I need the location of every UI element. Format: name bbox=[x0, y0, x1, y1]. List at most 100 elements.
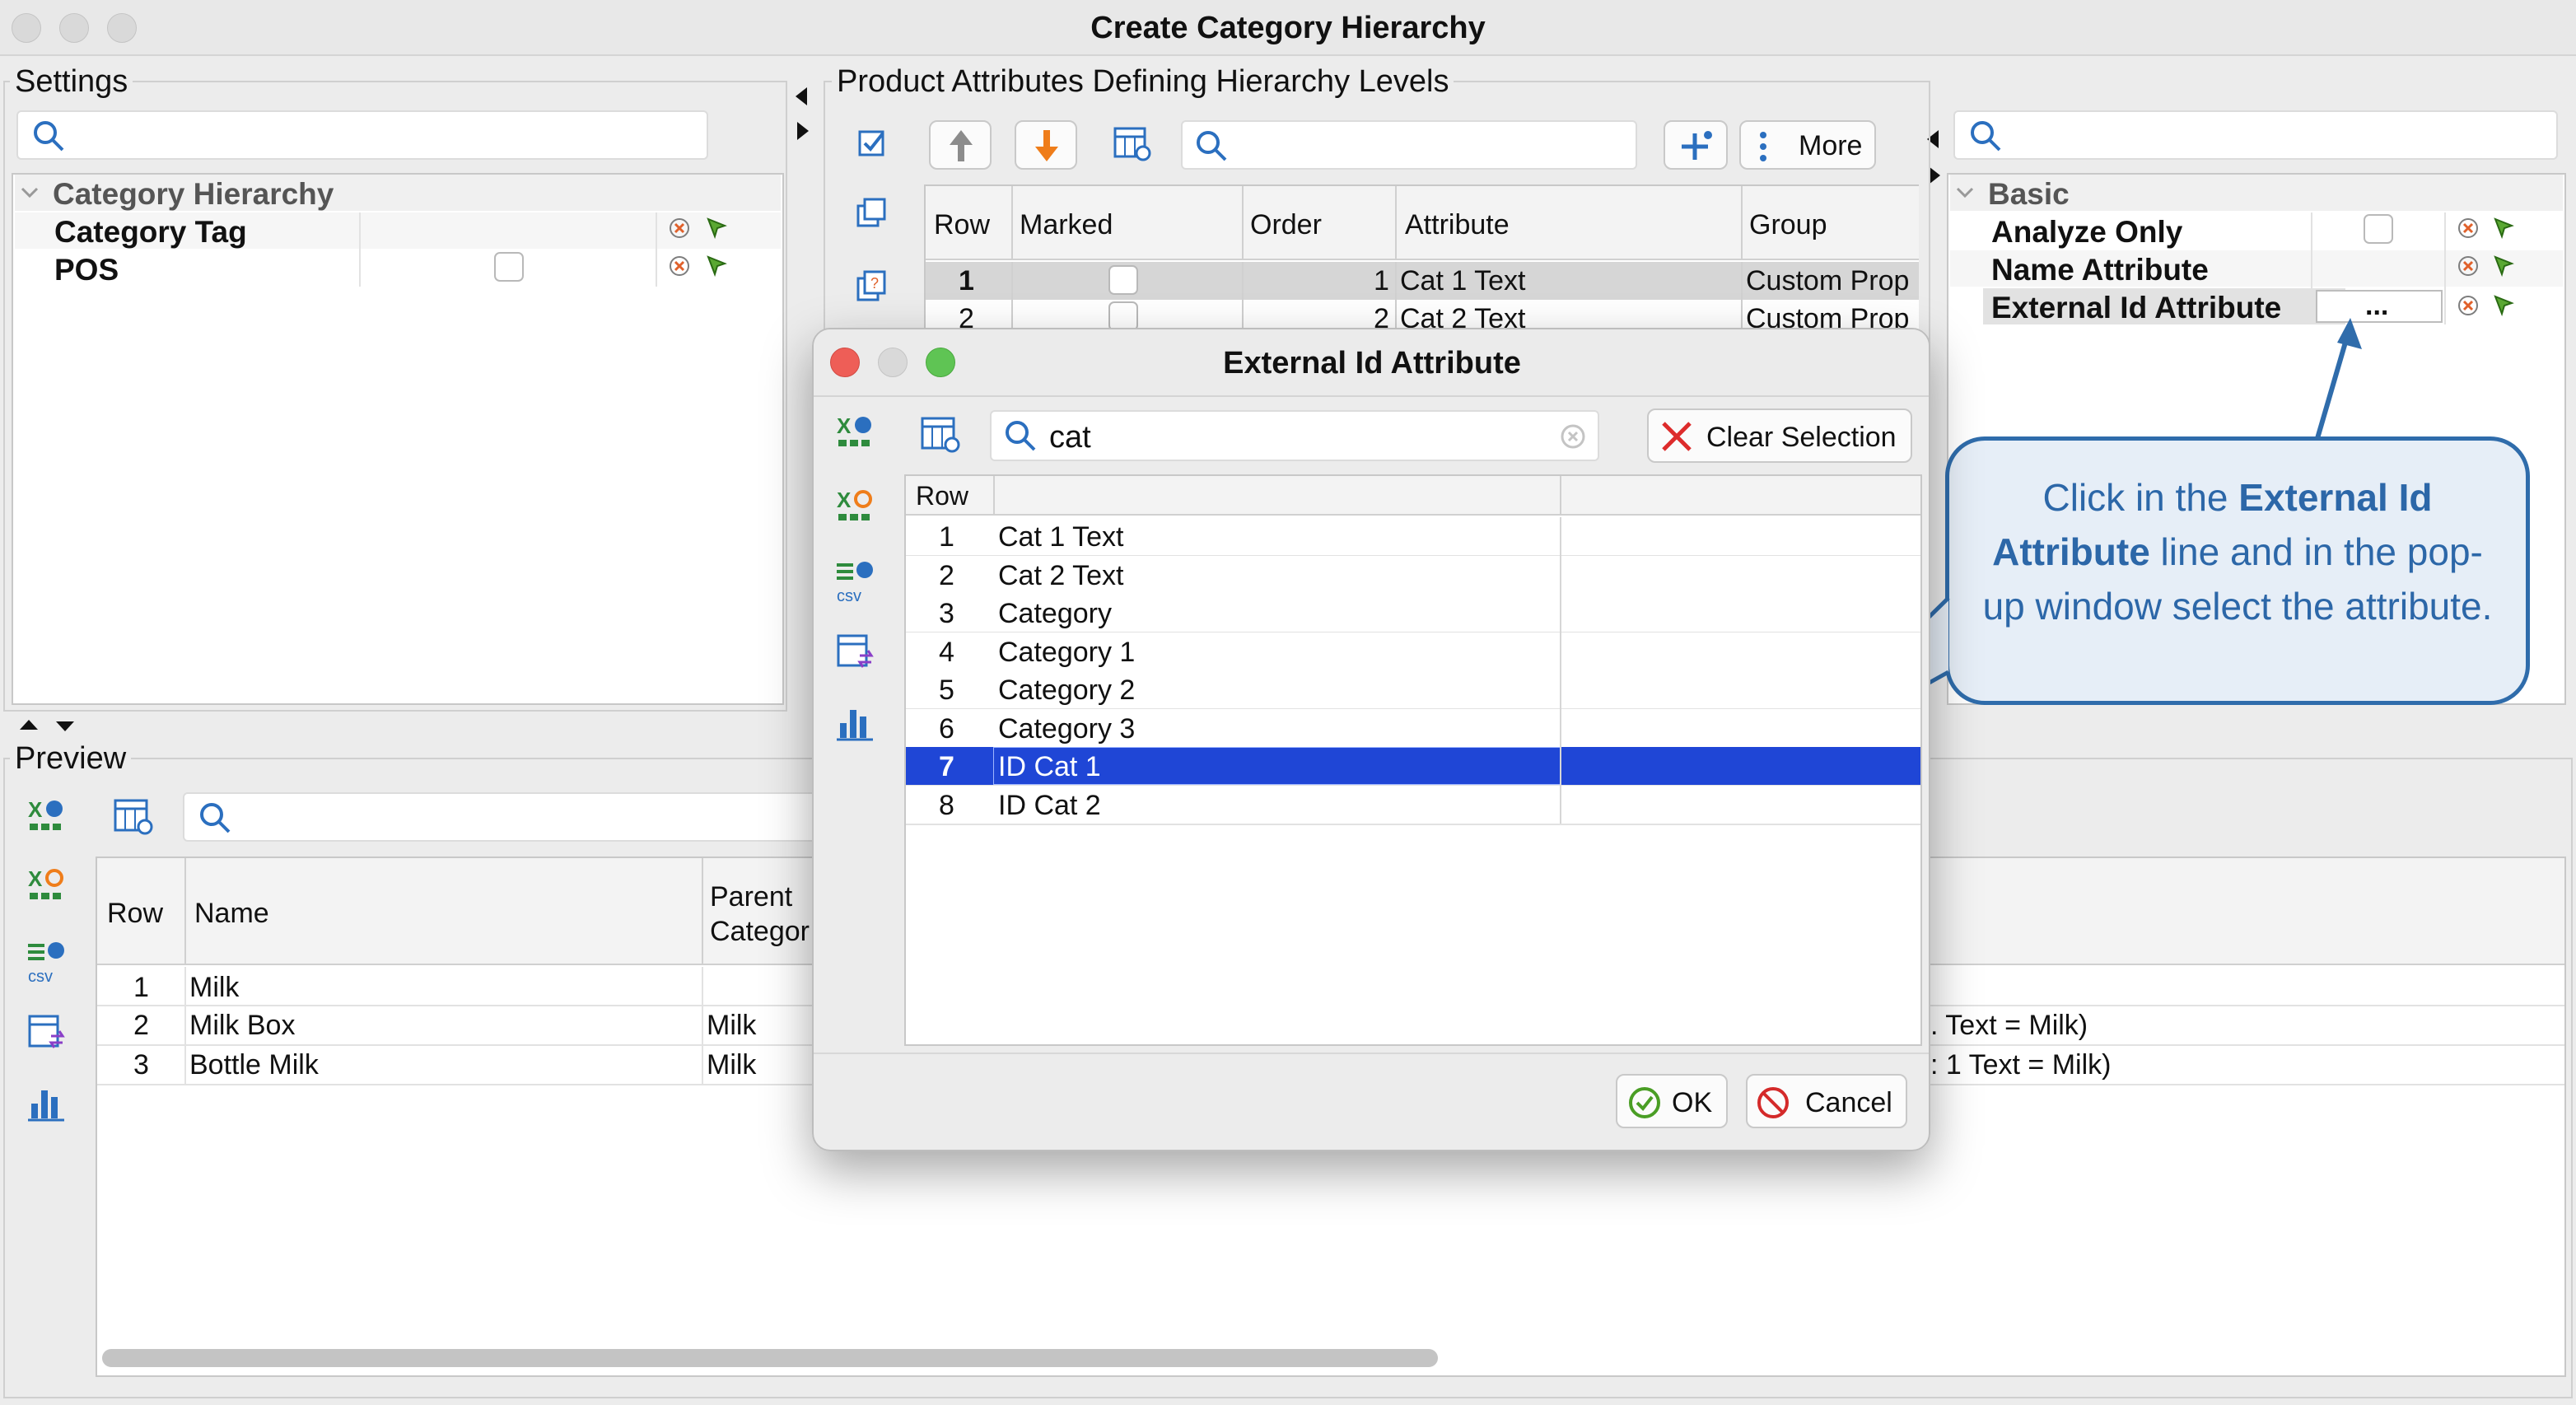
check-circle-icon bbox=[1629, 1087, 1660, 1118]
picker-row[interactable]: 8 ID Cat 2 bbox=[906, 785, 1920, 824]
svg-text:X: X bbox=[28, 866, 43, 891]
add-button[interactable] bbox=[1664, 120, 1728, 170]
marked-checkbox[interactable] bbox=[1108, 301, 1138, 331]
attributes-search-input[interactable] bbox=[1181, 120, 1637, 170]
picker-row[interactable]: 6 Category 3 bbox=[906, 708, 1920, 747]
move-up-button[interactable] bbox=[929, 120, 992, 170]
pointer-icon[interactable] bbox=[2492, 254, 2517, 278]
clear-search-icon[interactable] bbox=[1560, 423, 1586, 450]
table-settings-icon[interactable] bbox=[919, 415, 964, 456]
col-header-marked[interactable]: Marked bbox=[1013, 186, 1244, 260]
svg-text:X: X bbox=[837, 413, 852, 438]
excel-import-icon[interactable]: X bbox=[26, 797, 69, 838]
marked-checkbox[interactable] bbox=[1108, 265, 1138, 295]
table-row[interactable]: 2 2 Cat 2 Text Custom Prop bbox=[926, 301, 1919, 331]
ok-button[interactable]: OK bbox=[1616, 1074, 1728, 1128]
select-all-icon[interactable] bbox=[853, 124, 891, 161]
tree-item-pos[interactable]: POS bbox=[15, 250, 781, 287]
table-transfer-icon[interactable] bbox=[26, 1011, 69, 1053]
settings-search-input[interactable] bbox=[16, 110, 708, 160]
col-header-order[interactable]: Order bbox=[1244, 186, 1397, 260]
bar-chart-icon[interactable] bbox=[835, 702, 878, 743]
reset-icon[interactable] bbox=[2456, 216, 2480, 240]
horizontal-scrollbar[interactable] bbox=[102, 1349, 1438, 1367]
chevron-down-icon bbox=[1956, 187, 1974, 198]
properties-group-row[interactable]: Basic bbox=[1950, 175, 2563, 211]
col-header-extra[interactable] bbox=[1561, 476, 1920, 516]
picker-row[interactable]: 2 Cat 2 Text bbox=[906, 555, 1920, 594]
picker-row-name: ID Cat 2 bbox=[998, 789, 1101, 821]
picker-row-number: 5 bbox=[939, 674, 954, 706]
reset-icon[interactable] bbox=[2456, 254, 2480, 278]
copy-icon[interactable] bbox=[853, 194, 891, 232]
attributes-legend: Product Attributes Defining Hierarchy Le… bbox=[832, 66, 1454, 97]
pos-checkbox[interactable] bbox=[494, 252, 524, 282]
reset-icon[interactable] bbox=[2456, 293, 2480, 318]
picker-row-number: 4 bbox=[939, 636, 954, 668]
row-divider bbox=[906, 823, 1920, 825]
help-doc-icon[interactable]: ? bbox=[853, 267, 891, 305]
picker-row-number: 1 bbox=[939, 521, 954, 553]
picker-row[interactable]: 4 Category 1 bbox=[906, 632, 1920, 670]
analyze-only-checkbox[interactable] bbox=[2364, 214, 2393, 244]
picker-row[interactable]: 7 ID Cat 1 bbox=[906, 747, 1920, 785]
col-header-row[interactable]: Row bbox=[97, 858, 186, 965]
col-divider bbox=[1741, 262, 1743, 333]
bar-chart-icon[interactable] bbox=[26, 1082, 69, 1123]
excel-settings-icon[interactable]: X bbox=[26, 866, 69, 908]
reset-icon[interactable] bbox=[667, 216, 692, 240]
picker-row[interactable]: 1 Cat 1 Text bbox=[906, 517, 1920, 555]
collapse-up-icon[interactable] bbox=[18, 718, 40, 731]
table-settings-icon[interactable] bbox=[112, 797, 156, 838]
svg-text:X: X bbox=[837, 488, 852, 512]
more-button[interactable]: More bbox=[1739, 120, 1876, 170]
col-header-row[interactable]: Row bbox=[926, 186, 1013, 260]
excel-settings-icon[interactable]: X bbox=[835, 488, 878, 529]
callout-arrow-up bbox=[2312, 318, 2362, 450]
picker-row-name: Cat 2 Text bbox=[998, 559, 1124, 591]
picker-row[interactable]: 3 Category bbox=[906, 594, 1920, 632]
cancel-button[interactable]: Cancel bbox=[1746, 1074, 1907, 1128]
col-divider bbox=[1395, 262, 1397, 333]
picker-row[interactable]: 5 Category 2 bbox=[906, 670, 1920, 708]
col-divider bbox=[702, 967, 703, 1084]
collapse-left-icon[interactable] bbox=[794, 86, 809, 107]
col-header-name[interactable]: Name bbox=[186, 858, 703, 965]
picker-row-name: Cat 1 Text bbox=[998, 521, 1124, 553]
pointer-icon[interactable] bbox=[2492, 216, 2517, 240]
col-divider bbox=[1011, 262, 1013, 333]
expand-down-icon[interactable] bbox=[54, 720, 76, 733]
pointer-icon[interactable] bbox=[705, 216, 730, 240]
preview-search-input[interactable] bbox=[183, 792, 842, 842]
csv-export-icon[interactable]: csv bbox=[833, 558, 878, 604]
tree-item-category-tag[interactable]: Category Tag bbox=[15, 212, 781, 249]
reset-icon[interactable] bbox=[667, 254, 692, 278]
picker-row-name: Category 2 bbox=[998, 674, 1136, 706]
col-header-attribute[interactable]: Attribute bbox=[1397, 186, 1743, 260]
chevron-down-icon bbox=[21, 187, 39, 198]
prop-column-divider bbox=[2311, 212, 2312, 324]
table-row[interactable]: 1 1 Cat 1 Text Custom Prop bbox=[926, 262, 1919, 300]
csv-export-icon[interactable]: csv bbox=[25, 939, 69, 985]
col-header-row[interactable]: Row bbox=[906, 476, 995, 516]
picker-row-number: 7 bbox=[939, 751, 954, 782]
col-header-name[interactable] bbox=[995, 476, 1561, 516]
clear-selection-button[interactable]: Clear Selection bbox=[1647, 408, 1912, 463]
table-transfer-icon[interactable] bbox=[835, 631, 878, 672]
move-down-button[interactable] bbox=[1015, 120, 1077, 170]
properties-search-input[interactable] bbox=[1953, 110, 2558, 160]
arrow-up-icon bbox=[950, 130, 973, 161]
excel-import-icon[interactable]: X bbox=[835, 413, 878, 455]
expand-right-icon[interactable] bbox=[796, 120, 810, 142]
properties-group-label: Basic bbox=[1988, 177, 2070, 211]
pointer-icon[interactable] bbox=[705, 254, 730, 278]
pointer-icon[interactable] bbox=[2492, 293, 2517, 318]
x-icon bbox=[1662, 422, 1692, 451]
callout-text: Click in the External Id Attribute line … bbox=[1982, 476, 2493, 628]
dialog-search-input[interactable]: cat bbox=[990, 410, 1599, 461]
svg-text:?: ? bbox=[870, 275, 879, 292]
col-divider bbox=[1242, 262, 1244, 333]
table-settings-icon[interactable] bbox=[1112, 125, 1153, 163]
col-header-group[interactable]: Group bbox=[1743, 186, 1919, 260]
tree-group-row[interactable]: Category Hierarchy bbox=[15, 175, 781, 211]
